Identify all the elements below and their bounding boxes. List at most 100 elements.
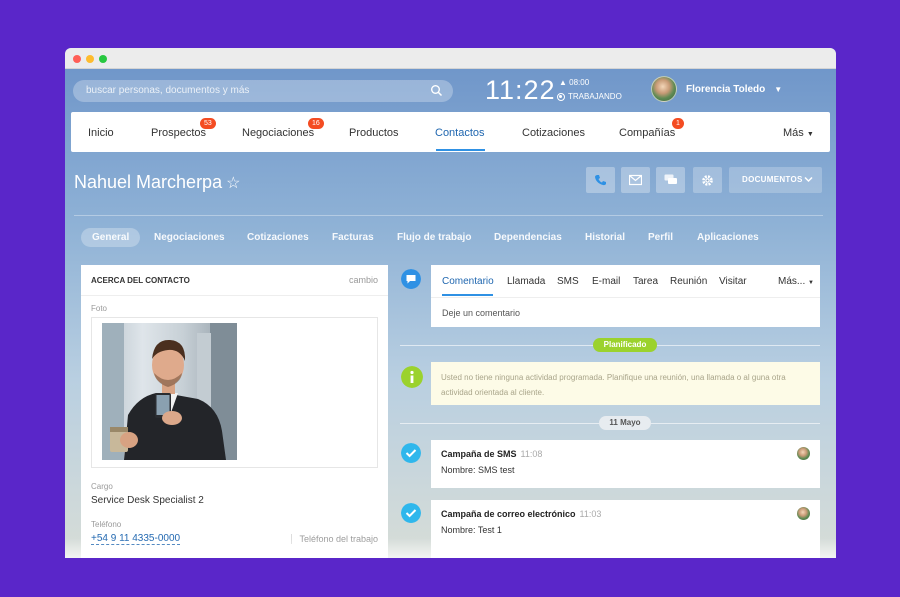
tab-mas[interactable]: Más... ▼: [778, 276, 814, 287]
card-title-text: Campaña de SMS: [441, 449, 517, 459]
tab-general[interactable]: General: [81, 228, 141, 247]
tab-llamada[interactable]: Llamada: [507, 276, 545, 287]
about-contact-panel: ACERCA DEL CONTACTO cambio Foto Cargo Se…: [81, 265, 388, 558]
card-time: 11:08: [520, 449, 543, 459]
tab-facturas[interactable]: Facturas: [332, 232, 374, 243]
tab-perfil[interactable]: Perfil: [648, 232, 673, 243]
info-icon: [401, 366, 423, 388]
main-nav: Inicio Prospectos 53 Negociaciones 16 Pr…: [71, 112, 830, 152]
card-body: Nombre: Test 1: [441, 525, 502, 535]
contact-photo[interactable]: [102, 323, 237, 460]
tab-cotizaciones[interactable]: Cotizaciones: [247, 232, 309, 243]
tab-negociaciones[interactable]: Negociaciones: [154, 232, 225, 243]
photo-frame: [91, 317, 378, 468]
work-status[interactable]: TRABAJANDO: [557, 92, 622, 101]
search-input[interactable]: buscar personas, documentos y más: [73, 80, 453, 102]
tab-reunion[interactable]: Reunión: [670, 276, 707, 287]
bottom-fade: [65, 538, 836, 558]
nav-item-negociaciones[interactable]: Negociaciones: [242, 127, 314, 139]
window-titlebar: [65, 48, 836, 69]
search-placeholder: buscar personas, documentos y más: [86, 85, 250, 96]
divider: [81, 295, 388, 296]
nav-item-prospectos[interactable]: Prospectos: [151, 127, 206, 139]
about-header: ACERCA DEL CONTACTO: [91, 276, 190, 285]
tab-tarea[interactable]: Tarea: [633, 276, 658, 287]
check-icon: [401, 503, 421, 523]
timeline-card-sms[interactable]: Campaña de SMS 11:08 Nombre: SMS test: [431, 440, 820, 488]
date-separator: 11 Mayo: [599, 416, 651, 430]
change-link[interactable]: cambio: [349, 275, 378, 285]
mail-icon: [629, 174, 642, 186]
card-title: Campaña de SMS 11:08: [441, 449, 542, 459]
email-button[interactable]: [621, 167, 650, 193]
alarm-time: ▲ 08:00: [559, 78, 589, 87]
planned-badge: Planificado: [593, 338, 657, 352]
notice-text: Usted no tiene ninguna actividad program…: [441, 373, 786, 397]
nav-item-companias[interactable]: Compañías: [619, 127, 675, 139]
phone-label: Teléfono: [91, 520, 122, 529]
chevron-down-icon: ▼: [774, 84, 783, 94]
active-tab-indicator: [442, 294, 493, 296]
avatar: [651, 76, 677, 102]
top-bar: buscar personas, documentos y más 11:22 …: [65, 69, 836, 111]
close-window-button[interactable]: [73, 55, 81, 63]
chat-button[interactable]: [656, 167, 685, 193]
chat-icon: [664, 174, 677, 184]
page-title: Nahuel Marcherpa ☆: [74, 172, 240, 193]
companias-count-badge: 1: [672, 118, 684, 129]
tab-aplicaciones[interactable]: Aplicaciones: [697, 232, 759, 243]
position-value: Service Desk Specialist 2: [91, 495, 204, 506]
nav-item-contactos[interactable]: Contactos: [435, 127, 485, 139]
negociaciones-count-badge: 16: [308, 118, 324, 129]
position-label: Cargo: [91, 482, 113, 491]
divider: [74, 215, 823, 216]
tab-comentario[interactable]: Comentario: [442, 276, 494, 287]
avatar: [797, 447, 810, 460]
bell-icon: ▲: [559, 78, 567, 87]
comment-icon: [401, 269, 421, 289]
nav-item-productos[interactable]: Productos: [349, 127, 399, 139]
documents-button[interactable]: DOCUMENTOS: [729, 167, 822, 193]
alarm-value: 08:00: [569, 78, 590, 87]
chevron-down-icon: ▼: [808, 280, 814, 286]
user-name: Florencia Toledo: [686, 83, 766, 95]
phone-icon: [595, 175, 606, 186]
tab-email[interactable]: E-mail: [592, 276, 620, 287]
comment-input[interactable]: Deje un comentario: [442, 308, 520, 318]
tab-flujo-de-trabajo[interactable]: Flujo de trabajo: [397, 232, 471, 243]
prospectos-count-badge: 53: [200, 118, 216, 129]
tab-historial[interactable]: Historial: [585, 232, 625, 243]
minimize-window-button[interactable]: [86, 55, 94, 63]
clock-time[interactable]: 11:22: [485, 75, 556, 106]
tab-dependencias[interactable]: Dependencias: [494, 232, 562, 243]
nav-item-cotizaciones[interactable]: Cotizaciones: [522, 127, 585, 139]
photo-label: Foto: [91, 304, 108, 313]
record-icon: [557, 92, 565, 101]
maximize-window-button[interactable]: [99, 55, 107, 63]
card-title: Campaña de correo electrónico 11:03: [441, 509, 601, 519]
tab-sms[interactable]: SMS: [557, 276, 579, 287]
work-status-label: TRABAJANDO: [568, 92, 622, 101]
nav-mas-label: Más: [783, 127, 804, 139]
contact-photo-image: [102, 323, 237, 460]
star-icon[interactable]: ☆: [226, 173, 240, 193]
contact-name: Nahuel Marcherpa: [74, 172, 223, 192]
user-menu[interactable]: Florencia Toledo ▼: [651, 76, 782, 102]
activity-composer: Comentario Llamada SMS E-mail Tarea Reun…: [431, 265, 820, 327]
documents-label: DOCUMENTOS: [742, 175, 803, 184]
no-activity-notice: Usted no tiene ninguna actividad program…: [431, 362, 820, 405]
search-icon[interactable]: [430, 84, 443, 97]
gear-icon: [702, 175, 713, 186]
card-time: 11:03: [579, 509, 602, 519]
tab-mas-label: Más...: [778, 276, 806, 287]
nav-item-mas[interactable]: Más ▼: [783, 127, 814, 139]
nav-item-inicio[interactable]: Inicio: [88, 127, 114, 139]
card-title-text: Campaña de correo electrónico: [441, 509, 576, 519]
divider: [431, 297, 820, 298]
chevron-down-icon: ▼: [806, 131, 814, 138]
settings-button[interactable]: [693, 167, 722, 193]
check-icon: [401, 443, 421, 463]
call-button[interactable]: [586, 167, 615, 193]
tab-visitar[interactable]: Visitar: [719, 276, 747, 287]
card-body: Nombre: SMS test: [441, 465, 515, 475]
